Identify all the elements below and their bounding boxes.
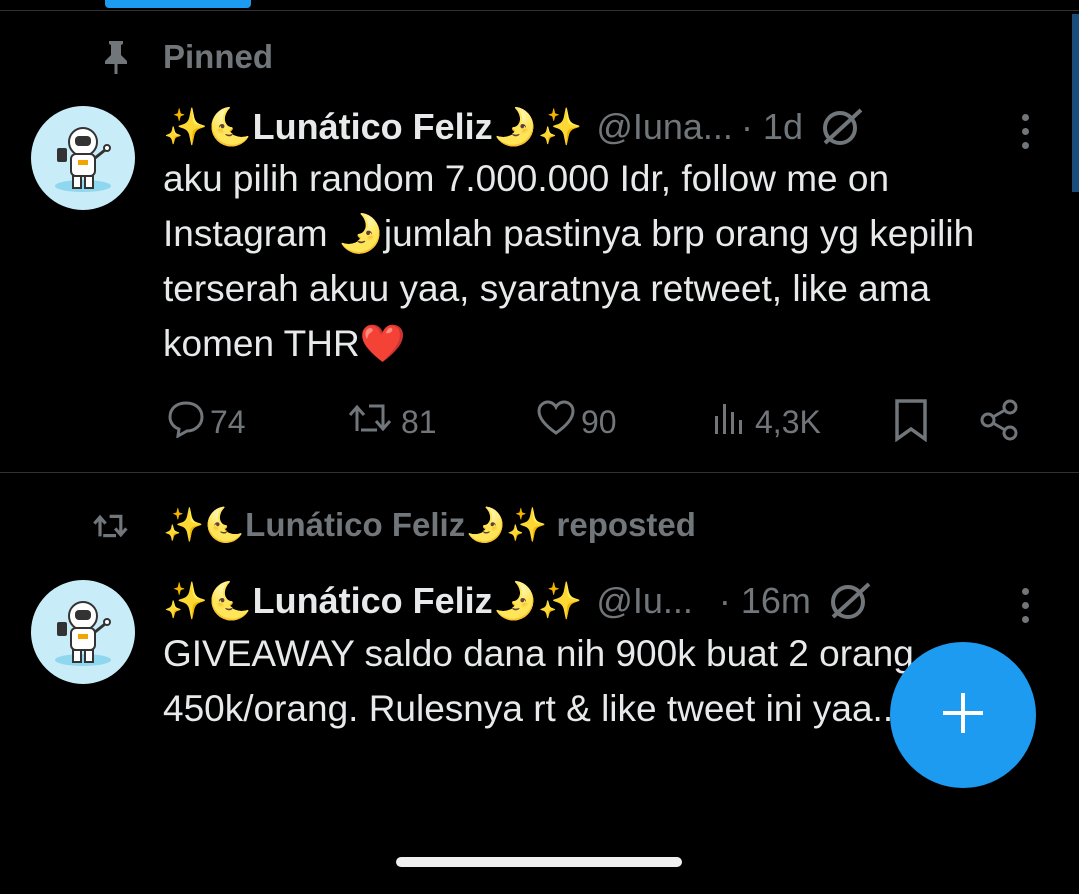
plus-icon <box>940 690 986 741</box>
more-vertical-icon[interactable] <box>1022 114 1029 149</box>
bookmark-button[interactable] <box>891 398 935 450</box>
post-divider <box>0 472 1079 473</box>
views-count: 4,3K <box>755 403 821 440</box>
tab-indicator <box>105 0 251 8</box>
post-header: ✨🌜Lunático Feliz🌛✨ @Iu... · 16m <box>163 580 873 622</box>
avatar[interactable] <box>31 580 135 684</box>
views-button[interactable]: 4,3K <box>711 398 821 446</box>
bookmark-icon <box>891 398 935 450</box>
home-indicator[interactable] <box>396 857 682 867</box>
pinned-label: Pinned <box>163 38 274 75</box>
reply-button[interactable]: 74 <box>166 398 246 446</box>
pinned-context: Pinned <box>96 38 273 76</box>
share-icon <box>978 398 1026 450</box>
author-handle[interactable]: @Iuna... <box>596 106 733 148</box>
top-divider <box>0 10 1079 11</box>
grok-icon[interactable] <box>819 107 865 147</box>
more-vertical-icon[interactable] <box>1022 588 1029 623</box>
reposted-by-label[interactable]: ✨🌜Lunático Feliz🌛✨ reposted <box>163 506 696 545</box>
repost-icon <box>92 509 132 543</box>
astronaut-avatar-image <box>55 127 111 192</box>
repost-count: 81 <box>401 403 437 440</box>
author-name[interactable]: ✨🌜Lunático Feliz🌛✨ <box>163 580 582 622</box>
action-bar: 74 81 90 4,3K <box>0 398 1079 448</box>
astronaut-avatar-image <box>55 601 111 666</box>
author-name[interactable]: ✨🌜Lunático Feliz🌛✨ <box>163 106 582 148</box>
heart-icon <box>535 398 581 446</box>
pin-icon <box>96 39 136 75</box>
views-icon <box>711 398 755 446</box>
reply-count: 74 <box>210 403 246 440</box>
scrollbar[interactable] <box>1072 14 1079 192</box>
post-text: aku pilih random 7.000.000 Idr, follow m… <box>163 158 975 364</box>
author-handle[interactable]: @Iu... <box>596 580 693 622</box>
reply-icon <box>166 398 210 446</box>
post-time[interactable]: · 16m <box>719 580 811 622</box>
grok-icon[interactable] <box>827 581 873 621</box>
post-header: ✨🌜Lunático Feliz🌛✨ @Iuna... · 1d <box>163 106 865 148</box>
like-button[interactable]: 90 <box>535 398 617 446</box>
post-time[interactable]: · 1d <box>741 106 803 148</box>
repost-button[interactable]: 81 <box>347 398 437 446</box>
compose-button[interactable] <box>890 642 1036 788</box>
avatar[interactable] <box>31 106 135 210</box>
repost-context: ✨🌜Lunático Feliz🌛✨ reposted <box>92 506 696 545</box>
like-count: 90 <box>581 403 617 440</box>
share-button[interactable] <box>978 398 1026 450</box>
repost-icon <box>347 398 401 446</box>
